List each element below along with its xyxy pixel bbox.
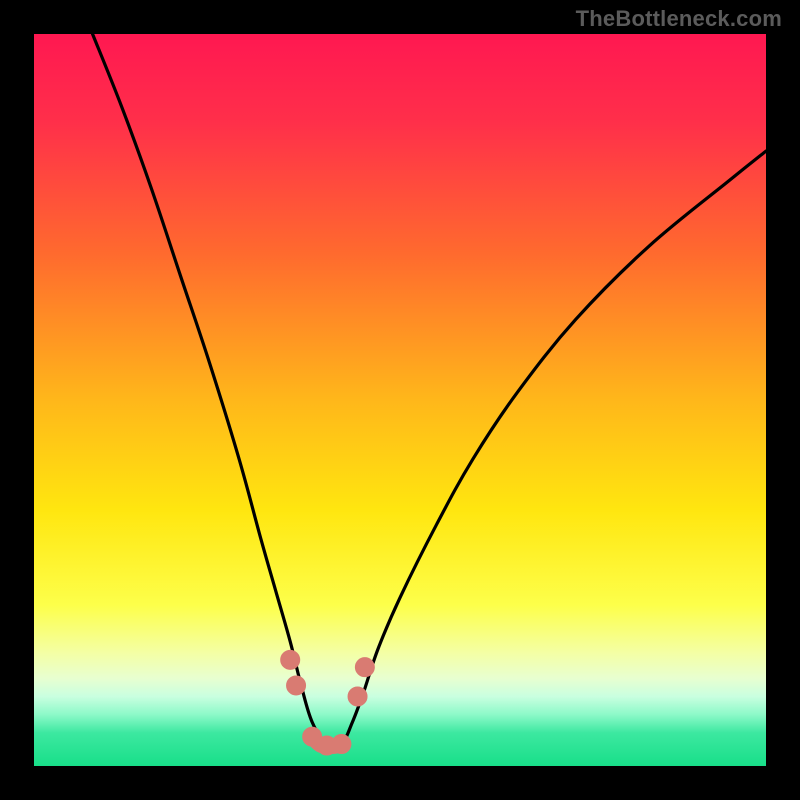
data-marker [355,658,374,677]
data-marker [287,676,306,695]
data-marker [348,687,367,706]
data-marker [281,650,300,669]
watermark-text: TheBottleneck.com [576,6,782,32]
outer-frame: TheBottleneck.com [0,0,800,800]
plot-area [34,34,766,766]
bottleneck-curve [93,34,766,747]
marker-group [281,650,375,755]
curve-layer [34,34,766,766]
data-marker [332,735,351,754]
